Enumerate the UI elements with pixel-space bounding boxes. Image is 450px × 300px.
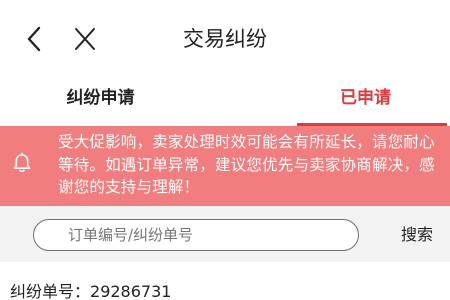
dispute-list: 纠纷单号：29286731 [0, 262, 450, 300]
bell-icon [13, 152, 31, 173]
search-button[interactable]: 搜索 [401, 222, 450, 248]
list-item[interactable]: 纠纷单号：29286731 [10, 281, 171, 300]
tab-label: 纠纷申请 [66, 88, 135, 108]
chevron-left-icon [27, 26, 41, 52]
search-input[interactable] [33, 219, 359, 251]
dispute-number-value: 29286731 [90, 282, 172, 300]
tab-dispute-apply[interactable]: 纠纷申请 [0, 76, 225, 126]
dispute-number-label: 纠纷单号： [10, 282, 91, 300]
trade-dispute-page: 交易纠纷 纠纷申请 已申请 受大促影响，卖家处理时效可能会有所延长，请您耐心等待… [0, 0, 450, 300]
close-icon [75, 28, 95, 50]
search-bar: 搜索 [0, 206, 450, 262]
tab-applied[interactable]: 已申请 [225, 76, 450, 126]
close-button[interactable] [68, 22, 102, 56]
notice-text: 受大促影响，卖家处理时效可能会有所延长，请您耐心等待。如遇订单异常，建议您优先与… [58, 133, 435, 196]
nav-bar: 交易纠纷 [0, 0, 450, 76]
notice-banner: 受大促影响，卖家处理时效可能会有所延长，请您耐心等待。如遇订单异常，建议您优先与… [0, 126, 450, 206]
tab-bar: 纠纷申请 已申请 [0, 76, 450, 126]
tab-label: 已申请 [340, 88, 391, 108]
back-button[interactable] [20, 22, 50, 56]
